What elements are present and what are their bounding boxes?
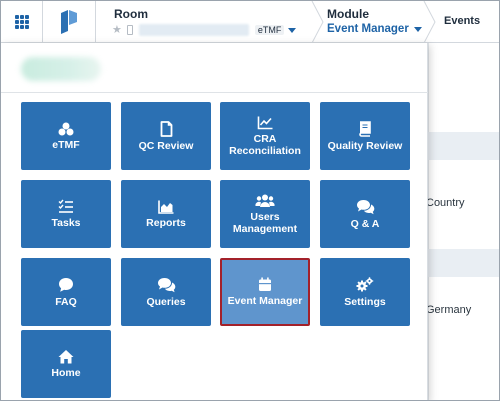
user-name-redacted <box>21 57 101 81</box>
module-label: Module <box>327 7 369 21</box>
module-value: Event Manager <box>327 23 409 35</box>
tile-cra-reconciliation[interactable]: CRA Reconciliation <box>220 102 310 170</box>
breadcrumb-events[interactable]: Events <box>434 1 499 43</box>
room-name-redacted <box>138 24 249 36</box>
book-icon <box>359 120 371 137</box>
module-dropdown[interactable]: Event Manager <box>327 23 422 35</box>
tile-reports[interactable]: Reports <box>121 180 211 248</box>
comments-icon <box>157 277 175 292</box>
column-header-country: Country <box>426 197 465 209</box>
comment-icon <box>59 277 73 292</box>
caret-down-icon <box>413 26 422 32</box>
etmf-icon <box>58 122 74 135</box>
app-logo[interactable] <box>43 1 95 43</box>
app-window: Country Germany Room ★ eTMF Module Event… <box>0 0 500 401</box>
tile-label: Q & A <box>350 217 380 230</box>
mobile-icon <box>126 25 133 35</box>
tile-queries[interactable]: Queries <box>121 258 211 326</box>
table-row <box>428 132 499 160</box>
tile-label: eTMF <box>52 138 80 151</box>
top-navigation-bar: Room ★ eTMF Module Event Manager Events <box>1 1 499 43</box>
room-type-tag: eTMF <box>254 25 285 35</box>
tile-settings[interactable]: Settings <box>320 258 410 326</box>
star-icon[interactable]: ★ <box>112 24 122 36</box>
room-label: Room <box>114 7 148 21</box>
tile-quality-review[interactable]: Quality Review <box>320 102 410 170</box>
tile-event-manager[interactable]: Event Manager <box>220 258 310 326</box>
tile-label: Queries <box>146 295 186 308</box>
events-label: Events <box>444 15 481 27</box>
checklist-icon <box>58 199 73 213</box>
tile-label: Home <box>51 367 81 379</box>
tile-label: Tasks <box>51 217 81 229</box>
tile-label: Event Manager <box>227 295 303 307</box>
tile-tasks[interactable]: Tasks <box>21 180 111 248</box>
events-panel <box>428 43 499 400</box>
tile-label: QC Review <box>138 139 194 152</box>
table-row <box>428 249 499 277</box>
grid-icon <box>14 15 29 29</box>
line-chart-icon <box>257 116 273 129</box>
tile-qc-review[interactable]: QC Review <box>121 102 211 170</box>
calendar-icon <box>259 277 271 291</box>
tile-label: Reports <box>146 216 186 229</box>
tile-label: Users Management <box>232 210 298 235</box>
tile-home[interactable]: Home <box>21 330 111 398</box>
document-icon <box>160 120 172 137</box>
user-banner <box>1 43 428 93</box>
comments-icon <box>356 199 374 214</box>
tile-label: FAQ <box>55 295 77 308</box>
caret-down-icon[interactable] <box>288 27 297 33</box>
tile-faq[interactable]: FAQ <box>21 258 111 326</box>
cell-germany: Germany <box>426 304 472 316</box>
room-selector[interactable]: Room ★ eTMF <box>95 1 311 43</box>
module-selector[interactable]: Module Event Manager <box>319 1 427 43</box>
logo-icon <box>61 10 77 34</box>
home-icon <box>58 350 74 364</box>
tile-label: Settings <box>344 295 386 308</box>
apps-menu-button[interactable] <box>1 1 43 43</box>
tile-users-management[interactable]: Users Management <box>220 180 310 248</box>
tile-q-and-a[interactable]: Q & A <box>320 180 410 248</box>
tile-etmf[interactable]: eTMF <box>21 102 111 170</box>
area-chart-icon <box>158 200 174 214</box>
users-icon <box>255 194 275 207</box>
cogs-icon <box>356 276 374 291</box>
module-menu-dropdown: eTMF QC Review CRA Reconciliation Qualit… <box>1 43 428 400</box>
tile-label: Quality Review <box>327 139 403 152</box>
tile-label: CRA Reconciliation <box>229 132 301 157</box>
